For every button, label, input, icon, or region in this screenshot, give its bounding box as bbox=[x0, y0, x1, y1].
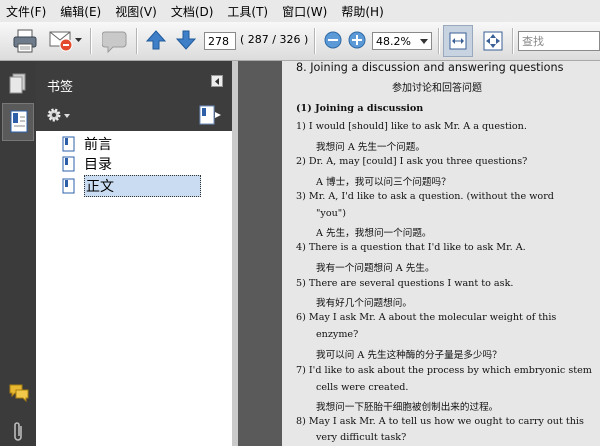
bookmarks-tab[interactable] bbox=[2, 103, 34, 141]
toolbar: 278 ( 287 / 326 ) 48.2% 查找 bbox=[0, 22, 600, 61]
doc-line: 5) There are several questions I want to… bbox=[296, 278, 514, 289]
doc-line: "you") bbox=[316, 208, 346, 219]
doc-line: A 先生，我想问一个问题。 bbox=[316, 228, 432, 239]
menu-view[interactable]: 视图(V) bbox=[109, 3, 165, 20]
comment-icon[interactable] bbox=[102, 28, 128, 54]
doc-line: 8) May I ask Mr. A to tell us how we oug… bbox=[296, 416, 584, 427]
fit-width-button[interactable] bbox=[443, 25, 473, 57]
chevron-down-icon bbox=[420, 39, 428, 44]
fit-width-icon bbox=[449, 32, 467, 50]
document-view[interactable]: 8. Joining a discussion and answering qu… bbox=[238, 61, 600, 446]
doc-line: 2) Dr. A, may [could] I ask you three qu… bbox=[296, 156, 528, 167]
doc-line: very difficult task? bbox=[316, 432, 407, 443]
zoom-out-icon[interactable] bbox=[324, 31, 342, 49]
bookmark-list: 前言 目录 正文 bbox=[36, 131, 232, 446]
doc-line: A 博士，我可以问三个问题吗？ bbox=[316, 177, 451, 188]
section-heading-en: 8. Joining a discussion and answering qu… bbox=[296, 61, 564, 74]
zoom-level-select[interactable]: 48.2% bbox=[372, 32, 432, 50]
zoom-level-value: 48.2% bbox=[376, 35, 411, 48]
full-screen-icon[interactable] bbox=[482, 30, 504, 52]
page-number-input[interactable]: 278 bbox=[204, 32, 236, 50]
menu-help[interactable]: 帮助(H) bbox=[335, 3, 391, 20]
doc-line: (1) Joining a discussion bbox=[296, 103, 424, 114]
bookmark-label: 前言 bbox=[84, 137, 112, 153]
doc-line: 我想问一下胚胎干细胞被创制出来的过程。 bbox=[316, 402, 499, 413]
doc-line: 我想问 A 先生一个问题。 bbox=[316, 142, 425, 153]
attachment-paperclip-icon[interactable] bbox=[10, 421, 26, 443]
doc-line: 4) There is a question that I'd like to … bbox=[296, 242, 526, 253]
chevron-left-icon bbox=[215, 78, 219, 85]
menu-window[interactable]: 窗口(W) bbox=[276, 3, 335, 20]
printer-icon[interactable] bbox=[12, 28, 38, 54]
menu-file[interactable]: 文件(F) bbox=[0, 3, 54, 20]
doc-line: 3) Mr. A, I'd like to ask a question. (w… bbox=[296, 191, 554, 202]
pages-icon[interactable] bbox=[9, 73, 27, 95]
doc-line: 6) May I ask Mr. A about the molecular w… bbox=[296, 312, 557, 323]
doc-line: 1) I would [should] like to ask Mr. A a … bbox=[296, 121, 527, 132]
bookmark-label: 目录 bbox=[84, 157, 112, 173]
menu-tools[interactable]: 工具(T) bbox=[221, 3, 276, 20]
collapse-panel-button[interactable] bbox=[211, 75, 223, 87]
doc-line: 我可以问 A 先生这种酶的分子量是多少吗？ bbox=[316, 350, 502, 361]
doc-line: 7) I'd like to ask about the process by … bbox=[296, 365, 592, 376]
bookmark-item-contents[interactable]: 目录 bbox=[62, 155, 112, 173]
doc-line: cells were created. bbox=[316, 382, 409, 393]
pdf-page: 8. Joining a discussion and answering qu… bbox=[282, 61, 600, 446]
menu-document[interactable]: 文档(D) bbox=[165, 3, 222, 20]
bookmarks-header: 书签 bbox=[36, 61, 232, 101]
doc-line: enzyme? bbox=[316, 329, 359, 340]
menu-edit[interactable]: 编辑(E) bbox=[54, 3, 109, 20]
bookmark-item-main-text[interactable]: 正文 bbox=[62, 175, 201, 197]
bookmarks-toolbar bbox=[36, 101, 232, 131]
down-arrow-icon[interactable] bbox=[176, 30, 196, 50]
page-total-label: ( 287 / 326 ) bbox=[240, 33, 309, 46]
bookmark-item-preface[interactable]: 前言 bbox=[62, 135, 112, 153]
section-heading-zh: 参加讨论和回答问题 bbox=[392, 83, 482, 94]
bookmarks-panel: 书签 前言 目录 正文 bbox=[36, 61, 238, 446]
up-arrow-icon[interactable] bbox=[146, 30, 166, 50]
bookmark-panel-icon bbox=[10, 110, 28, 133]
doc-line: 我有好几个问题想问。 bbox=[316, 298, 412, 309]
bookmark-icon bbox=[62, 156, 75, 172]
navigation-rail bbox=[0, 61, 36, 446]
gear-options-icon[interactable] bbox=[46, 106, 72, 124]
email-dropdown-chevron-icon[interactable] bbox=[75, 36, 83, 44]
bookmarks-title: 书签 bbox=[47, 80, 74, 95]
new-bookmark-icon[interactable] bbox=[198, 104, 222, 126]
menu-bar: 文件(F) 编辑(E) 视图(V) 文档(D) 工具(T) 窗口(W) 帮助(H… bbox=[0, 0, 600, 23]
bookmark-icon bbox=[62, 178, 75, 194]
comments-icon[interactable] bbox=[8, 383, 30, 403]
bookmark-icon bbox=[62, 136, 75, 152]
bookmark-label-selected: 正文 bbox=[84, 175, 201, 197]
zoom-in-icon[interactable] bbox=[348, 31, 366, 49]
search-input[interactable]: 查找 bbox=[518, 31, 600, 51]
email-icon[interactable] bbox=[48, 27, 74, 53]
doc-line: 我有一个问题想问 A 先生。 bbox=[316, 263, 435, 274]
